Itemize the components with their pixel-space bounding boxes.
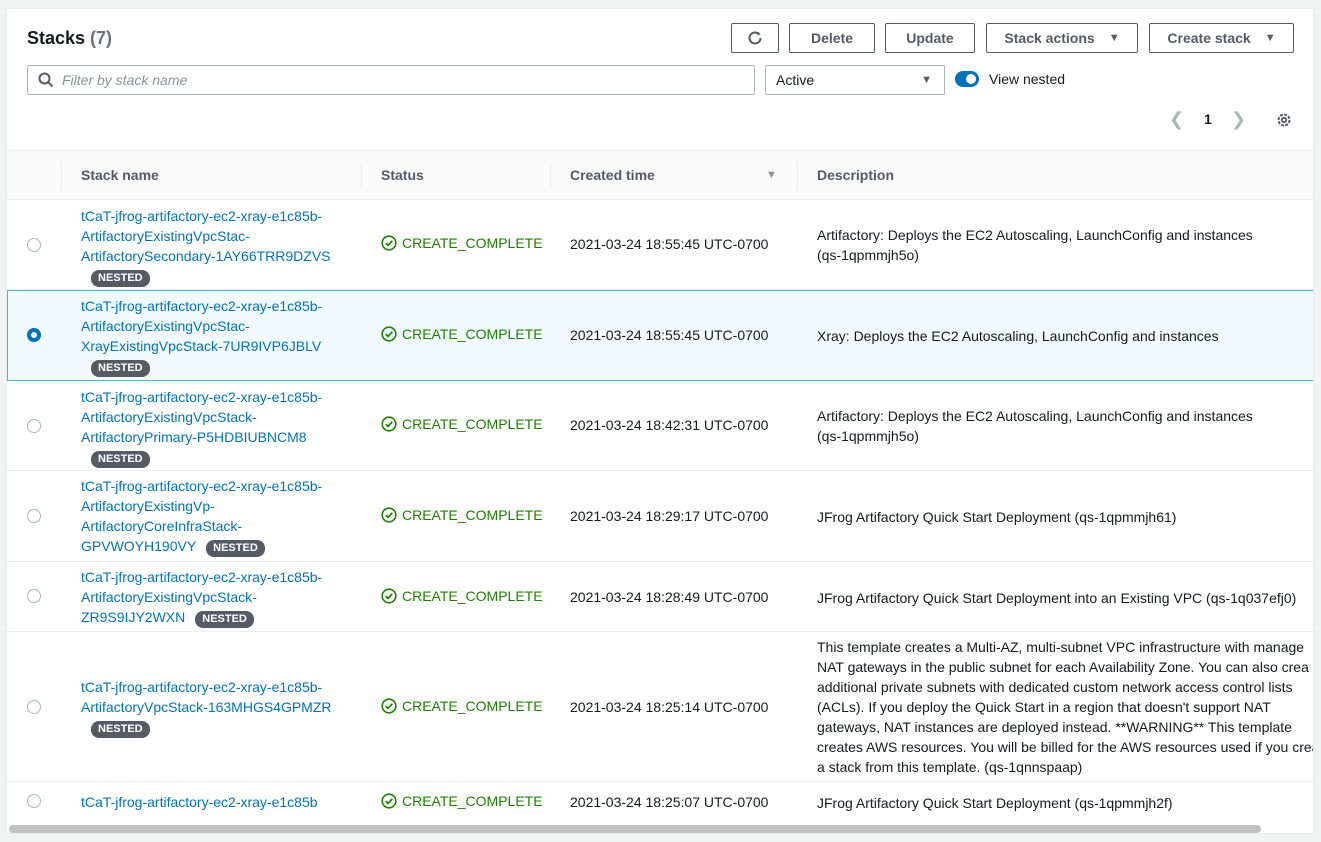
column-stack-name[interactable]: Stack name [81, 167, 159, 183]
row-radio[interactable] [27, 589, 41, 603]
nested-badge: NESTED [206, 540, 265, 557]
nested-badge: NESTED [91, 721, 150, 738]
view-nested-label: View nested [989, 71, 1066, 87]
update-button[interactable]: Update [885, 23, 975, 53]
description: Artifactory: Deploys the EC2 Autoscaling… [817, 408, 1253, 444]
status-cell: CREATE_COMPLETE [381, 793, 543, 809]
status-cell: CREATE_COMPLETE [381, 507, 543, 523]
created-time: 2021-03-24 18:28:49 UTC-0700 [570, 589, 769, 605]
scrollbar-thumb[interactable] [9, 825, 1261, 833]
description: JFrog Artifactory Quick Start Deployment… [817, 795, 1173, 811]
check-circle-icon [381, 507, 397, 523]
created-time: 2021-03-24 18:25:07 UTC-0700 [570, 794, 769, 810]
stack-name-link[interactable]: tCaT-jfrog-artifactory-ec2-xray-e1c85b- … [81, 567, 351, 628]
check-circle-icon [381, 588, 397, 604]
check-circle-icon [381, 235, 397, 251]
stacks-panel: Stacks (7) Delete Update Stack actions ▼ C… [6, 8, 1314, 834]
gear-icon[interactable] [1275, 111, 1293, 129]
search-icon [38, 72, 54, 88]
refresh-icon [748, 31, 762, 45]
check-circle-icon [381, 416, 397, 432]
row-radio[interactable] [27, 794, 41, 808]
status-cell: CREATE_COMPLETE [381, 416, 543, 432]
nested-badge: NESTED [91, 360, 150, 377]
status-filter-select[interactable]: Active ▼ [765, 65, 945, 95]
horizontal-scrollbar[interactable] [9, 825, 1313, 833]
row-radio[interactable] [27, 238, 41, 252]
table-row[interactable]: tCaT-jfrog-artifactory-ec2-xray-e1c85b- … [7, 632, 1314, 782]
row-radio[interactable] [27, 328, 41, 342]
column-created-time[interactable]: Created time [570, 167, 655, 183]
status-cell: CREATE_COMPLETE [381, 588, 543, 604]
chevron-left-icon[interactable]: ❮ [1169, 109, 1184, 130]
stack-name-link[interactable]: tCaT-jfrog-artifactory-ec2-xray-e1c85b- … [81, 677, 351, 738]
stack-actions-button[interactable]: Stack actions ▼ [986, 23, 1138, 53]
created-time: 2021-03-24 18:29:17 UTC-0700 [570, 508, 769, 524]
status-cell: CREATE_COMPLETE [381, 326, 543, 342]
stack-search [27, 65, 755, 95]
stack-name-link[interactable]: tCaT-jfrog-artifactory-ec2-xray-e1c85b- … [81, 476, 351, 557]
nested-badge: NESTED [91, 270, 150, 287]
table-row[interactable]: tCaT-jfrog-artifactory-ec2-xray-e1c85b- … [7, 562, 1313, 632]
created-time: 2021-03-24 18:42:31 UTC-0700 [570, 417, 769, 433]
created-time: 2021-03-24 18:55:45 UTC-0700 [570, 327, 769, 343]
caret-down-icon: ▼ [921, 74, 932, 86]
column-status[interactable]: Status [381, 167, 424, 183]
created-time: 2021-03-24 18:25:14 UTC-0700 [570, 699, 769, 715]
page-number[interactable]: 1 [1204, 111, 1212, 127]
status-filter-value: Active [776, 72, 815, 88]
delete-button[interactable]: Delete [789, 23, 875, 53]
view-nested-toggle[interactable] [955, 71, 979, 87]
check-circle-icon [381, 326, 397, 342]
chevron-right-icon[interactable]: ❯ [1231, 109, 1246, 130]
nested-badge: NESTED [195, 611, 254, 628]
stack-actions-label: Stack actions [1004, 30, 1095, 46]
description: Xray: Deploys the EC2 Autoscaling, Launc… [817, 328, 1219, 344]
table-row-selected[interactable]: tCaT-jfrog-artifactory-ec2-xray-e1c85b- … [7, 290, 1313, 381]
description: JFrog Artifactory Quick Start Deployment… [817, 509, 1177, 525]
caret-down-icon: ▼ [1264, 32, 1276, 44]
status-cell: CREATE_COMPLETE [381, 698, 543, 714]
check-circle-icon [381, 793, 397, 809]
row-radio[interactable] [27, 509, 41, 523]
search-input[interactable] [62, 72, 722, 88]
table-header: Stack name Status Created time ▼ Descrip… [7, 150, 1313, 200]
created-time: 2021-03-24 18:55:45 UTC-0700 [570, 236, 769, 252]
stack-name-link[interactable]: tCaT-jfrog-artifactory-ec2-xray-e1c85b- … [81, 296, 351, 377]
check-circle-icon [381, 698, 397, 714]
status-cell: CREATE_COMPLETE [381, 235, 543, 251]
stack-name-link[interactable]: tCaT-jfrog-artifactory-ec2-xray-e1c85b [81, 792, 351, 812]
row-radio[interactable] [27, 700, 41, 714]
nested-badge: NESTED [91, 451, 150, 468]
stack-count: (7) [90, 28, 113, 48]
table-row[interactable]: tCaT-jfrog-artifactory-ec2-xray-e1c85b- … [7, 200, 1313, 290]
row-radio[interactable] [27, 419, 41, 433]
table-row[interactable]: tCaT-jfrog-artifactory-ec2-xray-e1c85b C… [7, 782, 1313, 825]
column-description[interactable]: Description [817, 167, 894, 183]
stack-name-link[interactable]: tCaT-jfrog-artifactory-ec2-xray-e1c85b- … [81, 206, 351, 287]
description: Artifactory: Deploys the EC2 Autoscaling… [817, 227, 1253, 263]
title-text: Stacks [27, 28, 86, 48]
refresh-button[interactable] [731, 23, 779, 53]
create-stack-label: Create stack [1167, 30, 1251, 46]
page-title: Stacks (7) [27, 28, 112, 49]
create-stack-button[interactable]: Create stack ▼ [1149, 23, 1294, 53]
sort-descending-icon[interactable]: ▼ [766, 169, 777, 181]
table-row[interactable]: tCaT-jfrog-artifactory-ec2-xray-e1c85b- … [7, 381, 1313, 471]
description: JFrog Artifactory Quick Start Deployment… [817, 590, 1297, 606]
table-row[interactable]: tCaT-jfrog-artifactory-ec2-xray-e1c85b- … [7, 471, 1313, 562]
description: This template creates a Multi-AZ, multi-… [817, 639, 1314, 775]
stack-name-link[interactable]: tCaT-jfrog-artifactory-ec2-xray-e1c85b- … [81, 387, 351, 468]
caret-down-icon: ▼ [1108, 32, 1120, 44]
